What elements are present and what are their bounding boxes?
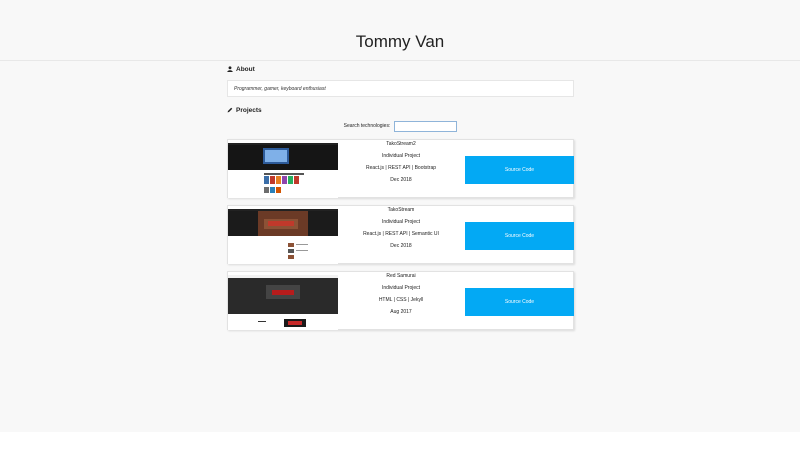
project-type: Individual Project — [381, 219, 421, 225]
source-code-button[interactable]: Source Code — [465, 288, 574, 316]
search-input[interactable] — [394, 120, 458, 132]
project-info: TakoStream Individual Project React.js |… — [338, 206, 464, 265]
project-date: Dec 2018 — [390, 243, 412, 249]
project-info: TakoStream2 Individual Project React.js … — [338, 140, 464, 199]
project-card: Red Samurai Individual Project HTML | CS… — [227, 271, 574, 330]
page-title: Tommy Van — [355, 32, 445, 51]
user-icon — [227, 66, 233, 72]
project-tech: HTML | CSS | Jekyll — [378, 297, 424, 303]
project-card: TakoStream2 Individual Project React.js … — [227, 139, 574, 198]
project-info: Red Samurai Individual Project HTML | CS… — [338, 272, 464, 331]
search-label: Search technologies: — [343, 123, 391, 129]
project-type: Individual Project — [381, 285, 421, 291]
pencil-icon — [227, 107, 233, 113]
project-date: Aug 2017 — [390, 309, 412, 315]
source-code-button[interactable]: Source Code — [465, 222, 574, 250]
project-name: TakoStream2 — [386, 141, 416, 147]
project-thumbnail — [228, 275, 338, 330]
site-header: Tommy Van — [0, 0, 800, 61]
project-thumbnail — [228, 209, 338, 264]
about-box: Programmer, gamer, keyboard enthusiast — [227, 80, 574, 97]
page: Tommy Van About Programmer, gamer, keybo… — [0, 0, 800, 432]
about-text: Programmer, gamer, keyboard enthusiast — [234, 85, 326, 92]
projects-heading: Projects — [227, 105, 574, 115]
project-name: TakoStream — [387, 207, 415, 213]
source-code-button[interactable]: Source Code — [465, 156, 574, 184]
project-tech: React.js | REST API | Bootstrap — [365, 165, 437, 171]
project-date: Dec 2018 — [390, 177, 412, 183]
search-row: Search technologies: — [227, 120, 574, 132]
project-type: Individual Project — [381, 153, 421, 159]
about-heading-label: About — [236, 65, 255, 73]
project-thumbnail — [228, 143, 338, 198]
about-heading: About — [227, 64, 574, 74]
project-tech: React.js | REST API | Semantic UI — [363, 231, 439, 237]
projects-heading-label: Projects — [236, 106, 262, 114]
project-card: TakoStream Individual Project React.js |… — [227, 205, 574, 264]
main-content: About Programmer, gamer, keyboard enthus… — [227, 64, 574, 330]
project-name: Red Samurai — [386, 273, 416, 279]
